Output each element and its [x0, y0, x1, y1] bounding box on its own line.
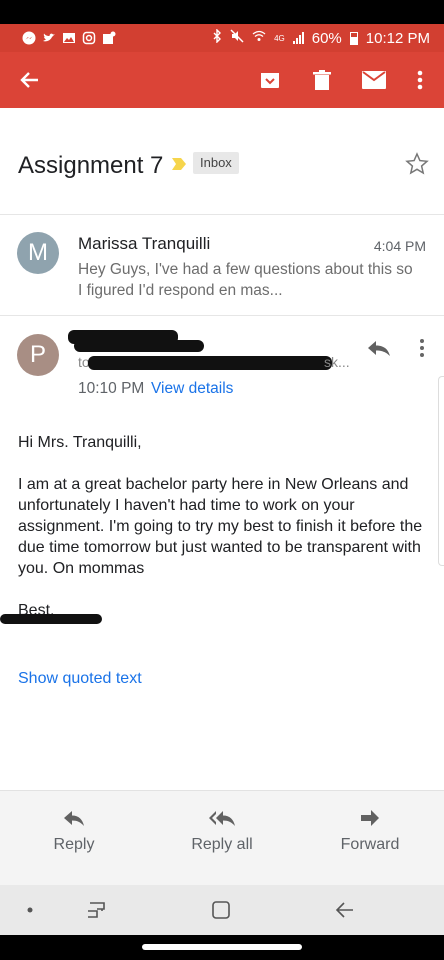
more-options-button[interactable]: [398, 52, 442, 108]
forward-icon: [361, 810, 379, 826]
sender-avatar: P: [17, 334, 59, 376]
back-button[interactable]: [8, 52, 52, 108]
scroll-indicator[interactable]: [438, 376, 444, 566]
message-body: Hi Mrs. Tranquilli, I am at a great bach…: [18, 432, 432, 621]
forward-button[interactable]: Forward: [310, 791, 430, 886]
collapsed-message[interactable]: M Marissa Tranquilli 4:04 PM Hey Guys, I…: [0, 216, 444, 316]
sender-name: Marissa Tranquilli: [78, 234, 211, 253]
forward-label: Forward: [340, 836, 400, 853]
system-status: 4G 60% 10:12 PM: [212, 28, 430, 47]
subject-header: Assignment 7 Inbox: [0, 108, 444, 215]
email-thread: Assignment 7 Inbox M Marissa Tranquilli …: [0, 108, 444, 790]
reply-all-icon: [209, 811, 235, 826]
clock: 10:12 PM: [365, 29, 430, 47]
notification-icons: [22, 31, 116, 45]
reply-icon[interactable]: [366, 338, 392, 358]
archive-button[interactable]: [248, 52, 292, 108]
home-icon: [212, 901, 230, 919]
reply-button[interactable]: Reply: [14, 791, 134, 886]
recent-apps-icon: [88, 902, 105, 918]
reply-label: Reply: [53, 836, 95, 853]
mute-icon: [230, 29, 244, 47]
body-paragraph: I am at a great bachelor party here in N…: [18, 476, 423, 577]
dot-icon: [27, 907, 33, 913]
recipient-tail: sk...: [324, 354, 350, 370]
message-more-button[interactable]: [412, 334, 432, 362]
email-subject: Assignment 7: [18, 152, 164, 179]
battery-percent: 60%: [311, 29, 342, 47]
sender-avatar: M: [17, 232, 59, 274]
app-notification-icon: [102, 31, 116, 45]
mark-unread-button[interactable]: [352, 52, 396, 108]
status-bar: 4G 60% 10:12 PM: [0, 24, 444, 52]
body-greeting: Hi Mrs. Tranquilli,: [18, 434, 142, 451]
system-navigation-bar: [0, 885, 444, 935]
network-type: 4G: [274, 33, 285, 43]
star-icon[interactable]: [405, 152, 429, 176]
reply-icon: [64, 811, 84, 826]
reply-all-button[interactable]: Reply all: [162, 791, 282, 886]
bluetooth-icon: [212, 28, 222, 47]
app-toolbar: [0, 52, 444, 108]
twitter-icon: [42, 31, 56, 45]
signal-icon: [292, 32, 304, 44]
reply-action-bar: Reply Reply all Forward: [0, 790, 444, 885]
mail-icon: [362, 71, 386, 89]
archive-icon: [261, 73, 279, 88]
battery-icon: [349, 31, 358, 45]
instagram-icon: [82, 31, 96, 45]
arrow-left-icon: [20, 72, 38, 88]
back-nav-button[interactable]: [315, 885, 375, 935]
label-chip-inbox[interactable]: Inbox: [193, 152, 239, 174]
screen-top-bezel: [0, 0, 444, 24]
wifi-icon: [252, 29, 266, 47]
message-time: 10:10 PM: [78, 380, 145, 397]
expanded-message: P to sk... 10:10 PM View details Hi Mrs.…: [0, 316, 444, 790]
redaction-mark: [74, 340, 204, 352]
message-time: 4:04 PM: [373, 238, 426, 254]
gesture-home-indicator[interactable]: [142, 944, 302, 950]
signature-redaction: [0, 614, 102, 624]
message-snippet: Hey Guys, I've had a few questions about…: [78, 261, 413, 299]
redaction-mark: [88, 356, 332, 370]
show-quoted-text-link[interactable]: Show quoted text: [18, 670, 142, 688]
home-button[interactable]: [191, 885, 251, 935]
more-vert-icon: [417, 70, 423, 90]
trash-icon: [313, 70, 331, 90]
gallery-icon: [62, 31, 76, 45]
delete-button[interactable]: [300, 52, 344, 108]
nav-dot-button[interactable]: [0, 885, 60, 935]
back-arrow-icon: [335, 902, 353, 918]
messenger-icon: [22, 31, 36, 45]
reply-all-label: Reply all: [191, 836, 253, 853]
recents-button[interactable]: [66, 885, 126, 935]
view-details-link[interactable]: View details: [151, 380, 233, 398]
importance-marker-icon[interactable]: [172, 158, 186, 170]
